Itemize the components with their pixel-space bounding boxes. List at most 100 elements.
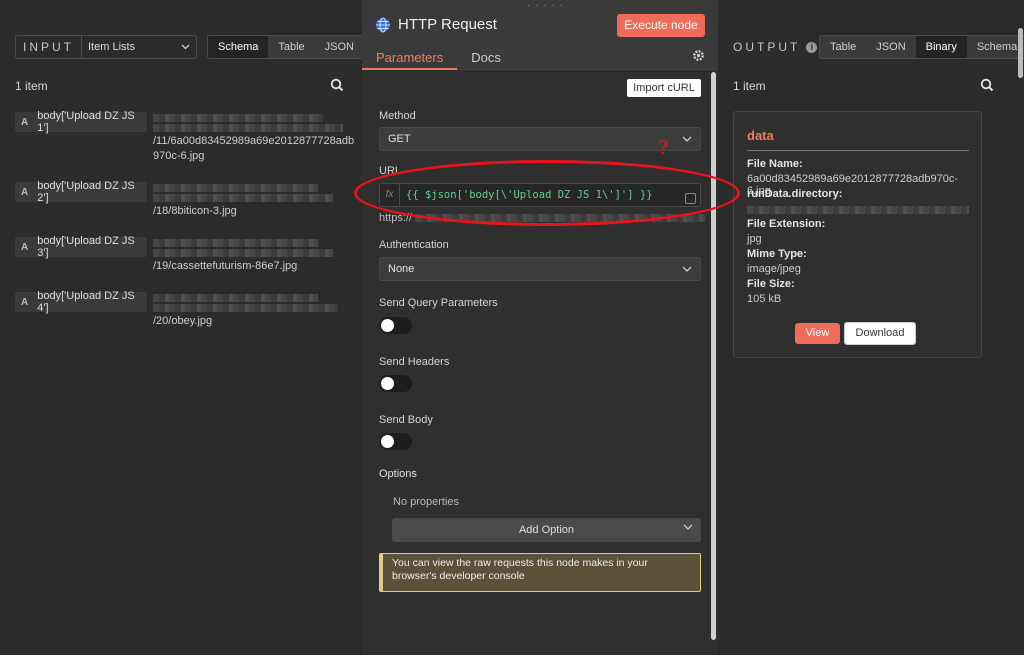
binary-property-name: data: [747, 128, 774, 143]
globe-icon: [376, 17, 390, 32]
input-node-select-value: Item Lists: [88, 41, 136, 53]
schema-value-line: /20/obey.jpg: [153, 315, 213, 327]
send-query-toggle[interactable]: [379, 317, 412, 334]
schema-key: Abody['Upload DZ JS 3']: [15, 235, 147, 259]
redacted-text: [153, 239, 318, 247]
chevron-down-icon: [682, 136, 692, 142]
redacted-text: [153, 114, 323, 122]
execute-node-button[interactable]: Execute node: [617, 14, 705, 37]
schema-key-label: body['Upload DZ JS 2']: [37, 180, 135, 204]
output-view-tabs: Table JSON Binary Schema: [819, 35, 1024, 59]
schema-value: /19/cassettefuturism-86e7.jpg: [153, 237, 353, 274]
schema-row[interactable]: Abody['Upload DZ JS 1'] /11/6a00d8345298…: [15, 110, 355, 164]
method-value: GET: [388, 133, 411, 145]
schema-key: Abody['Upload DZ JS 2']: [15, 180, 147, 204]
file-extension-label: File Extension:: [747, 218, 826, 230]
output-header: OUTPUT i: [733, 40, 818, 54]
schema-value: /18/8biticon-3.jpg: [153, 182, 353, 219]
authentication-value: None: [388, 263, 415, 275]
schema-value-line: /18/8biticon-3.jpg: [153, 205, 237, 217]
send-headers-label: Send Headers: [379, 356, 450, 368]
send-headers-toggle[interactable]: [379, 375, 412, 392]
node-title-text: HTTP Request: [398, 16, 497, 33]
input-view-tabs: Schema Table JSON: [207, 35, 365, 59]
schema-key-label: body['Upload DZ JS 1']: [37, 110, 135, 134]
input-header: INPUT Item Lists Schema Table JSON: [15, 35, 365, 59]
input-tab-table[interactable]: Table: [268, 36, 314, 58]
input-tab-schema[interactable]: Schema: [208, 36, 269, 58]
question-mark-annotation: ?: [658, 137, 669, 159]
string-type-icon: A: [21, 296, 29, 308]
output-tab-table[interactable]: Table: [820, 36, 866, 58]
binary-data-card: data File Name: 6a00d83452989a69e2012877…: [733, 111, 982, 358]
n8n-node-editor: INPUT Item Lists Schema Table JSON 1 ite…: [0, 0, 1024, 655]
divider: [747, 150, 969, 151]
directory-label: runData.directory:: [747, 188, 843, 200]
redacted-text: [153, 194, 333, 202]
schema-value-line: 970c-6.jpg: [153, 150, 205, 162]
schema-row[interactable]: Abody['Upload DZ JS 2'] /18/8biticon-3.j…: [15, 180, 353, 219]
search-icon[interactable]: [980, 78, 994, 92]
schema-key-label: body['Upload DZ JS 4']: [37, 290, 135, 314]
mime-type-value: image/jpeg: [747, 263, 801, 275]
output-tab-json[interactable]: JSON: [866, 36, 915, 58]
authentication-select[interactable]: None: [379, 257, 701, 281]
file-name-label: File Name:: [747, 158, 803, 170]
developer-console-notice: You can view the raw requests this node …: [379, 553, 701, 592]
send-body-toggle[interactable]: [379, 433, 412, 450]
redacted-text: [153, 124, 343, 132]
output-scrollbar[interactable]: [1018, 28, 1023, 78]
search-icon[interactable]: [330, 78, 344, 92]
drag-handle-icon[interactable]: · · · · ·: [527, 0, 564, 11]
file-size-label: File Size:: [747, 278, 795, 290]
schema-row[interactable]: Abody['Upload DZ JS 4'] /20/obey.jpg: [15, 290, 353, 329]
chevron-down-icon: [683, 524, 693, 530]
chevron-down-icon: [682, 266, 692, 272]
send-query-label: Send Query Parameters: [379, 297, 498, 309]
input-item-count: 1 item: [15, 79, 48, 93]
node-tabs: Parameters Docs: [362, 48, 515, 70]
tab-parameters[interactable]: Parameters: [362, 48, 458, 70]
method-select[interactable]: GET: [379, 127, 701, 151]
parameters-scrollbar[interactable]: [711, 72, 716, 640]
schema-value: /11/6a00d83452989a69e2012877728adb 970c-…: [153, 112, 355, 164]
input-node-select[interactable]: Item Lists: [82, 36, 196, 58]
output-tab-binary[interactable]: Binary: [915, 36, 967, 58]
string-type-icon: A: [21, 241, 29, 253]
file-extension-value: jpg: [747, 233, 762, 245]
info-icon[interactable]: i: [806, 41, 818, 53]
tab-docs[interactable]: Docs: [457, 48, 515, 70]
redacted-text: [153, 184, 318, 192]
redacted-text: [747, 206, 969, 214]
chevron-down-icon: [181, 44, 190, 50]
redacted-text: [153, 304, 338, 312]
input-panel: INPUT Item Lists Schema Table JSON 1 ite…: [0, 20, 365, 655]
output-label: OUTPUT: [733, 40, 801, 54]
node-settings-panel: · · · · · HTTP Request Execute node Para…: [362, 0, 718, 655]
string-type-icon: A: [21, 186, 29, 198]
schema-key-label: body['Upload DZ JS 3']: [37, 235, 135, 259]
send-body-label: Send Body: [379, 414, 433, 426]
download-button[interactable]: Download: [844, 322, 916, 345]
file-size-value: 105 kB: [747, 293, 782, 305]
node-title: HTTP Request: [375, 16, 497, 33]
schema-value: /20/obey.jpg: [153, 292, 353, 329]
input-label: INPUT: [16, 36, 82, 58]
schema-row[interactable]: Abody['Upload DZ JS 3'] /19/cassettefutu…: [15, 235, 353, 274]
node-header: · · · · · HTTP Request Execute node Para…: [362, 0, 718, 70]
view-button[interactable]: View: [795, 323, 840, 344]
output-item-count: 1 item: [733, 79, 766, 93]
red-circle-annotation: [354, 160, 740, 226]
schema-value-line: /11/6a00d83452989a69e2012877728adb: [153, 135, 355, 147]
gear-icon[interactable]: [692, 49, 705, 62]
input-tab-json[interactable]: JSON: [315, 36, 364, 58]
schema-key: Abody['Upload DZ JS 4']: [15, 290, 147, 314]
add-option-label: Add Option: [518, 524, 575, 536]
output-tab-schema[interactable]: Schema: [967, 36, 1024, 58]
method-label: Method: [379, 110, 416, 122]
import-curl-button[interactable]: Import cURL: [627, 79, 701, 97]
schema-key: Abody['Upload DZ JS 1']: [15, 110, 147, 134]
mime-type-label: Mime Type:: [747, 248, 807, 260]
output-panel: OUTPUT i Table JSON Binary Schema 1 item…: [718, 20, 1024, 655]
add-option-button[interactable]: Add Option: [392, 518, 701, 542]
